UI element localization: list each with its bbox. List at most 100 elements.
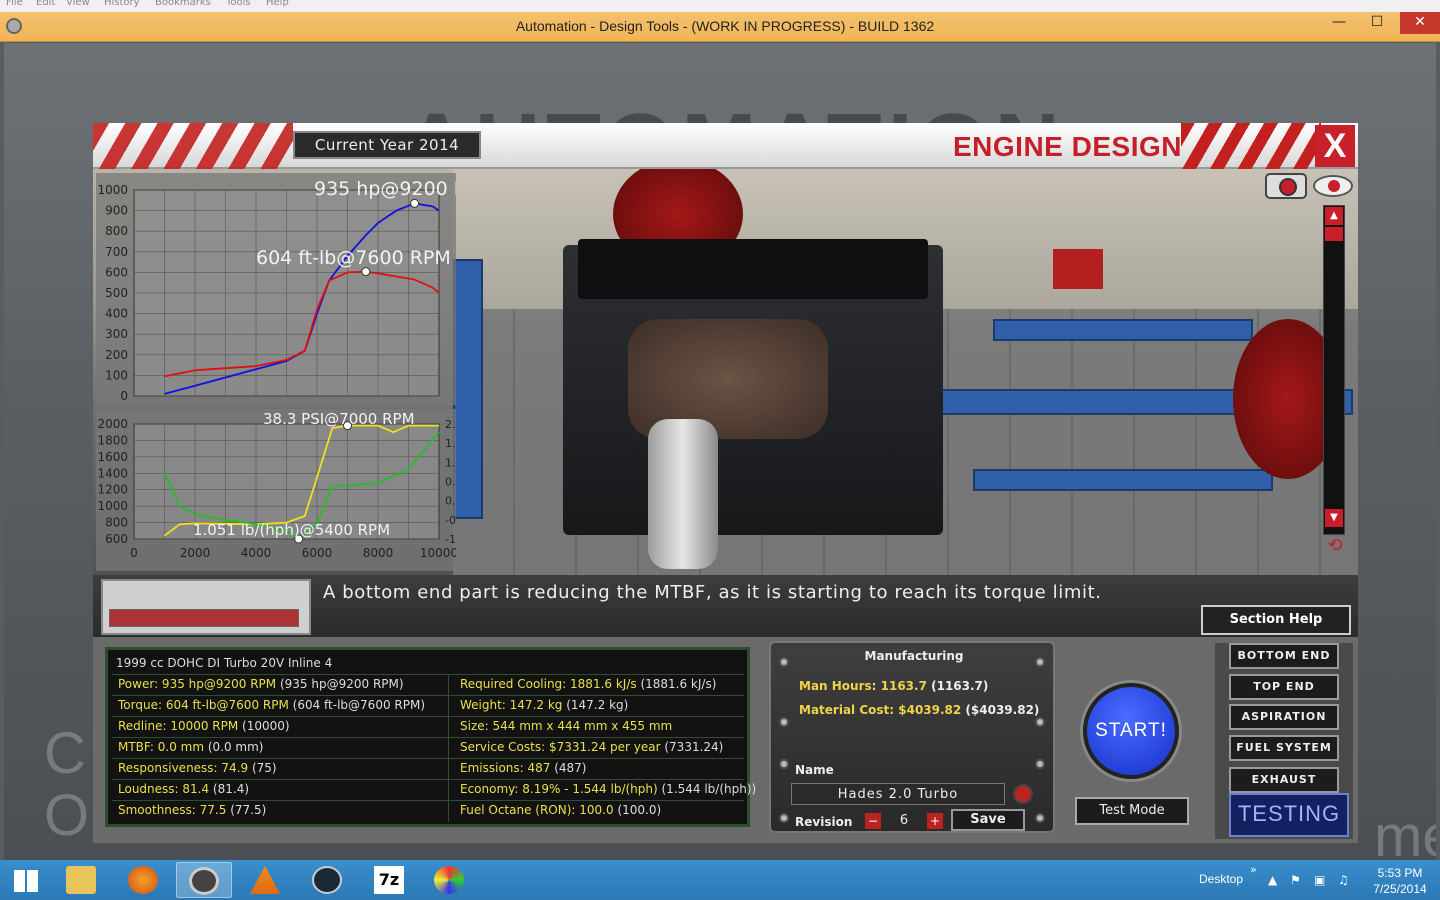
stat-right: Emissions: 487 (487) <box>460 761 587 775</box>
manufacturing-panel: Manufacturing Man Hours: 1163.7 (1163.7)… <box>769 641 1055 833</box>
y-tick-label: 0 <box>120 389 128 403</box>
menu-file[interactable]: File <box>6 0 23 8</box>
engine-stand <box>1053 249 1103 289</box>
close-panel-button[interactable]: X <box>1315 125 1355 167</box>
turbo-pipe <box>648 419 718 569</box>
stat-right: Weight: 147.2 kg (147.2 kg) <box>460 698 629 712</box>
system-clock[interactable]: 5:53 PM 7/25/2014 <box>1370 865 1430 897</box>
network-icon[interactable]: ▣ <box>1314 873 1325 887</box>
stat-left: Redline: 10000 RPM (10000) <box>118 719 290 733</box>
taskbar-file-explorer[interactable] <box>54 862 110 898</box>
y-tick-label: 300 <box>105 327 128 341</box>
section-help-button[interactable]: Section Help <box>1201 605 1351 635</box>
window-title: Automation - Design Tools - (WORK IN PRO… <box>515 18 935 34</box>
y-tick-label: 800 <box>105 224 128 238</box>
bottom-panel: 1999 cc DOHC DI Turbo 20V Inline 4 Power… <box>93 637 1358 843</box>
section-fuel-system[interactable]: FUEL SYSTEM <box>1229 735 1339 761</box>
taskbar-vlc[interactable] <box>238 862 294 898</box>
revision-decrement-button[interactable]: − <box>865 813 881 829</box>
bolt-decoration <box>779 759 789 769</box>
menu-view[interactable]: View <box>66 0 90 8</box>
view-scrollbar[interactable] <box>1323 205 1345 535</box>
steam-icon <box>312 866 342 894</box>
tray-overflow-icon[interactable]: ▲ <box>1268 873 1277 887</box>
start-menu-button[interactable] <box>0 862 56 898</box>
save-button[interactable]: Save <box>951 809 1025 831</box>
taskbar-firefox[interactable] <box>116 862 172 898</box>
camera-icon[interactable] <box>1265 173 1307 199</box>
stats-row: Torque: 604 ft-lb@7600 RPM (604 ft-lb@76… <box>112 695 744 716</box>
y-tick-label: 900 <box>105 204 128 218</box>
scroll-thumb[interactable] <box>1325 227 1343 241</box>
bolt-decoration <box>1035 813 1045 823</box>
y2-tick-label: 2.4 <box>445 418 456 431</box>
menu-help[interactable]: Help <box>266 0 289 8</box>
paint-icon <box>434 866 464 894</box>
desktop-toolbar-label[interactable]: Desktop <box>1199 872 1243 886</box>
maximize-button[interactable]: ☐ <box>1360 12 1394 34</box>
engine-valve-cover <box>578 239 928 299</box>
engine-summary: 1999 cc DOHC DI Turbo 20V Inline 4 <box>116 656 333 670</box>
chart-annotation: 604 ft-lb@7600 RPM <box>256 247 451 269</box>
stats-row: Redline: 10000 RPM (10000) Size: 544 mm x… <box>112 716 744 737</box>
y-tick-label: 1000 <box>97 183 128 197</box>
view-eye-icon[interactable] <box>1313 175 1353 197</box>
chart-annotation: 38.3 PSI@7000 RPM <box>263 410 415 428</box>
stat-left: Power: 935 hp@9200 RPM (935 hp@9200 RPM) <box>118 677 404 691</box>
section-exhaust[interactable]: EXHAUST <box>1229 767 1339 793</box>
windows-taskbar: 7z Desktop » ▲ ⚑ ▣ ♫ 5:53 PM 7/25/2014 <box>0 860 1440 900</box>
vlc-icon <box>250 866 280 894</box>
taskbar-7zip[interactable]: 7z <box>362 862 418 898</box>
chart-annotation: 1.051 lb/(hph)@5400 RPM <box>193 521 390 539</box>
bolt-decoration <box>1035 759 1045 769</box>
menu-history[interactable]: History <box>104 0 140 8</box>
menu-bookmarks[interactable]: Bookmarks <box>155 0 211 8</box>
y2-tick-label: 0.1 <box>445 495 456 508</box>
stat-left: Responsiveness: 74.9 (75) <box>118 761 277 775</box>
section-bottom-end[interactable]: BOTTOM END <box>1229 643 1339 669</box>
y-tick-label: 1400 <box>97 466 128 480</box>
x-tick-label: 4000 <box>241 546 272 560</box>
y2-tick-label: -1.0 <box>445 533 456 546</box>
section-aspiration[interactable]: ASPIRATION <box>1229 704 1339 730</box>
test-rig-frame <box>993 319 1253 341</box>
taskbar-automation[interactable] <box>176 862 232 898</box>
section-testing[interactable]: TESTING <box>1229 793 1349 837</box>
y2-tick-label: 1.3 <box>445 456 456 469</box>
rotate-view-icon[interactable]: ⟲ <box>1317 535 1353 557</box>
y-tick-label: 1000 <box>97 499 128 513</box>
name-label: Name <box>795 763 834 777</box>
menu-tools[interactable]: Tools <box>226 0 251 8</box>
toolbar-chevron-icon[interactable]: » <box>1250 863 1257 876</box>
stats-grid: Power: 935 hp@9200 RPM (935 hp@9200 RPM)… <box>112 674 756 821</box>
test-mode-button[interactable]: Test Mode <box>1075 797 1189 825</box>
section-top-end[interactable]: TOP END <box>1229 674 1339 700</box>
background-text-left: CO <box>44 721 90 848</box>
panel-title: ENGINE DESIGN <box>953 131 1182 162</box>
y2-tick-label: 0.7 <box>445 476 456 489</box>
scroll-up-icon[interactable]: ▲ <box>1325 207 1343 225</box>
start-button[interactable]: START! <box>1083 683 1179 779</box>
stat-left: Torque: 604 ft-lb@7600 RPM (604 ft-lb@76… <box>118 698 426 712</box>
close-window-button[interactable]: ✕ <box>1400 12 1440 34</box>
engine-name-input[interactable] <box>791 783 1005 805</box>
menu-edit[interactable]: Edit <box>36 0 55 8</box>
y-tick-label: 1800 <box>97 433 128 447</box>
y-tick-label: 800 <box>105 516 128 530</box>
mini-slider[interactable] <box>109 609 299 627</box>
revision-increment-button[interactable]: + <box>927 813 943 829</box>
stat-left: MTBF: 0.0 mm (0.0 mm) <box>118 740 264 754</box>
revision-label: Revision <box>795 815 853 829</box>
file-explorer-icon <box>66 866 96 894</box>
peak-marker <box>410 198 420 208</box>
action-center-flag-icon[interactable]: ⚑ <box>1290 873 1301 887</box>
taskbar-paint[interactable] <box>422 862 478 898</box>
x-tick-label: 10000 <box>420 546 456 560</box>
reset-name-icon[interactable] <box>1013 784 1033 804</box>
warning-message: A bottom end part is reducing the MTBF, … <box>323 582 1102 603</box>
volume-icon[interactable]: ♫ <box>1338 873 1349 887</box>
minimize-button[interactable]: — <box>1322 12 1356 34</box>
taskbar-steam[interactable] <box>300 862 356 898</box>
windows-icon <box>14 870 38 892</box>
scroll-down-icon[interactable]: ▼ <box>1325 509 1343 527</box>
